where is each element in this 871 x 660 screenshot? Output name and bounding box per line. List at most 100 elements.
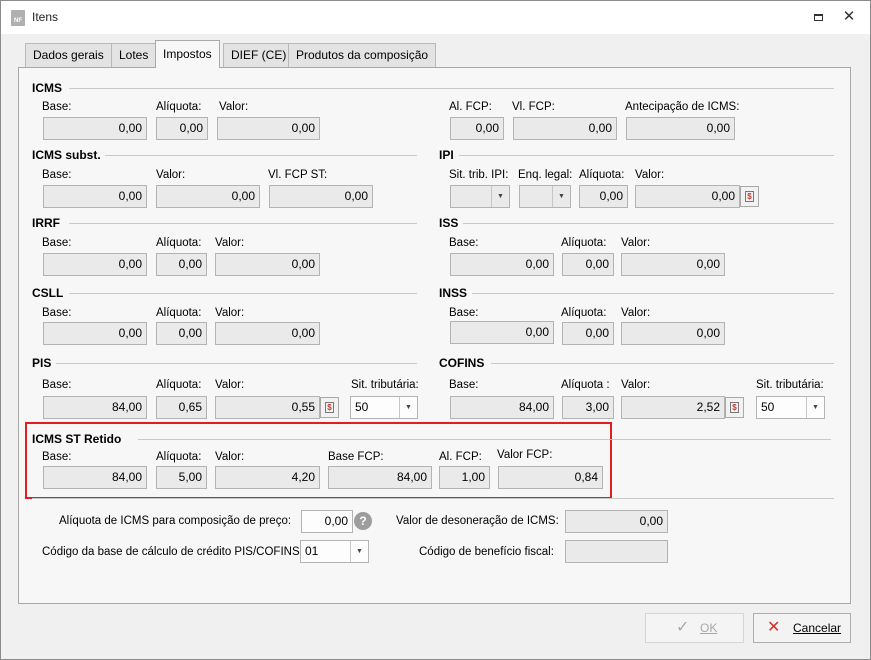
pis-base-field[interactable]: 84,00 xyxy=(43,396,147,419)
pis-aliquota-field[interactable]: 0,65 xyxy=(156,396,207,419)
cofins-section-title: COFINS xyxy=(439,356,485,370)
cofins-valor-field[interactable]: 2,52 xyxy=(621,396,725,419)
inss-valor-field[interactable]: 0,00 xyxy=(621,322,725,345)
pis-sit-trib-select[interactable]: 50 ▼ xyxy=(350,396,418,419)
aliq-composicao-field[interactable]: 0,00 xyxy=(301,510,353,533)
iss-base-label: Base: xyxy=(449,237,479,249)
icms-aliquota-label: Alíquota: xyxy=(156,101,202,113)
cancel-button[interactable]: ✕ Cancelar xyxy=(753,613,851,643)
window-title: Itens xyxy=(32,10,59,24)
tab-lotes[interactable]: Lotes xyxy=(111,43,157,67)
cofins-sit-trib-value: 50 xyxy=(761,400,775,414)
cofins-base-label: Base: xyxy=(449,379,479,391)
ipi-calculator-button[interactable]: $ xyxy=(740,186,759,207)
ipi-sit-trib-select[interactable]: ▼ xyxy=(450,185,510,208)
irrf-valor-label: Valor: xyxy=(215,237,245,249)
valor-desoneracao-field[interactable]: 0,00 xyxy=(565,510,668,533)
iss-valor-field[interactable]: 0,00 xyxy=(621,253,725,276)
irrf-section-title: IRRF xyxy=(32,216,60,230)
irrf-aliquota-field[interactable]: 0,00 xyxy=(156,253,207,276)
cofins-base-field[interactable]: 84,00 xyxy=(450,396,554,419)
inss-aliquota-field[interactable]: 0,00 xyxy=(562,322,614,345)
icms-al-fcp-field[interactable]: 0,00 xyxy=(450,117,504,140)
icms-vl-fcp-field[interactable]: 0,00 xyxy=(513,117,617,140)
chevron-down-icon[interactable]: ▼ xyxy=(491,186,509,207)
tab-produtos-composicao[interactable]: Produtos da composição xyxy=(288,43,437,67)
cod-base-calculo-value: 01 xyxy=(305,544,319,558)
pis-valor-field[interactable]: 0,55 xyxy=(215,396,320,419)
icms-aliquota-field[interactable]: 0,00 xyxy=(156,117,208,140)
icms-subst-valor-label: Valor: xyxy=(156,169,186,181)
csll-aliquota-field[interactable]: 0,00 xyxy=(156,322,207,345)
icms-base-field[interactable]: 0,00 xyxy=(43,117,147,140)
cod-beneficio-label: Código de benefício fiscal: xyxy=(419,546,554,558)
restore-button[interactable] xyxy=(807,7,829,27)
close-window-button[interactable]: ✕ xyxy=(838,7,860,27)
chevron-down-icon[interactable]: ▼ xyxy=(806,397,824,418)
icms-section-line xyxy=(69,88,834,89)
inss-base-field[interactable]: 0,00 xyxy=(450,321,554,344)
icms-st-retido-aliquota-field[interactable]: 5,00 xyxy=(156,466,207,489)
pis-sit-trib-label: Sit. tributária: xyxy=(351,379,419,391)
icms-subst-base-label: Base: xyxy=(42,169,72,181)
iss-aliquota-field[interactable]: 0,00 xyxy=(562,253,614,276)
pis-base-label: Base: xyxy=(42,379,72,391)
ipi-valor-field[interactable]: 0,00 xyxy=(635,185,740,208)
chevron-down-icon[interactable]: ▼ xyxy=(552,186,570,207)
chevron-down-icon[interactable]: ▼ xyxy=(399,397,417,418)
inss-base-label: Base: xyxy=(449,307,479,319)
icms-st-retido-valor-fcp-field[interactable]: 0,84 xyxy=(498,466,603,489)
question-icon[interactable]: ? xyxy=(354,512,372,530)
csll-valor-label: Valor: xyxy=(215,307,245,319)
ipi-aliquota-label: Alíquota: xyxy=(579,169,625,181)
cofins-calculator-button[interactable]: $ xyxy=(725,397,744,418)
pis-section-line xyxy=(56,363,417,364)
csll-base-field[interactable]: 0,00 xyxy=(43,322,147,345)
icms-subst-base-field[interactable]: 0,00 xyxy=(43,185,147,208)
icms-st-retido-base-fcp-field[interactable]: 84,00 xyxy=(328,466,432,489)
csll-valor-field[interactable]: 0,00 xyxy=(215,322,320,345)
cod-beneficio-field[interactable] xyxy=(565,540,668,563)
icms-st-retido-aliquota-label: Alíquota: xyxy=(156,451,202,463)
pis-calculator-button[interactable]: $ xyxy=(320,397,339,418)
cofins-aliquota-field[interactable]: 3,00 xyxy=(562,396,614,419)
chevron-down-icon[interactable]: ▼ xyxy=(350,541,368,562)
icms-st-retido-valor-field[interactable]: 4,20 xyxy=(215,466,320,489)
inss-valor-label: Valor: xyxy=(621,307,651,319)
icms-vl-fcp-label: Vl. FCP: xyxy=(512,101,555,113)
icms-st-retido-section-line xyxy=(138,439,831,440)
icms-subst-vl-fcp-st-field[interactable]: 0,00 xyxy=(269,185,373,208)
icms-valor-label: Valor: xyxy=(219,101,249,113)
pis-section-title: PIS xyxy=(32,356,52,370)
icms-st-retido-al-fcp-field[interactable]: 1,00 xyxy=(439,466,490,489)
ipi-enq-legal-select[interactable]: ▼ xyxy=(519,185,571,208)
icms-subst-valor-field[interactable]: 0,00 xyxy=(156,185,260,208)
icms-st-retido-base-field[interactable]: 84,00 xyxy=(43,466,147,489)
close-icon: ✕ xyxy=(842,8,856,25)
icms-antecipacao-label: Antecipação de ICMS: xyxy=(625,101,740,113)
aliq-composicao-label: Alíquota de ICMS para composição de preç… xyxy=(59,515,292,527)
cofins-valor-label: Valor: xyxy=(621,379,651,391)
csll-aliquota-label: Alíquota: xyxy=(156,307,202,319)
irrf-valor-field[interactable]: 0,00 xyxy=(215,253,320,276)
cancel-button-label: Cancelar xyxy=(793,621,842,635)
icms-subst-vl-fcp-st-label: Vl. FCP ST: xyxy=(268,169,328,181)
tab-impostos[interactable]: Impostos xyxy=(155,40,220,68)
ok-button[interactable]: ✓ OK xyxy=(645,613,744,643)
cofins-sit-trib-select[interactable]: 50 ▼ xyxy=(756,396,825,419)
irrf-base-label: Base: xyxy=(42,237,72,249)
icms-st-retido-valor-fcp-label: Valor FCP: xyxy=(497,449,553,461)
cod-base-calculo-select[interactable]: 01 ▼ xyxy=(300,540,369,563)
irrf-base-field[interactable]: 0,00 xyxy=(43,253,147,276)
tab-dados-gerais[interactable]: Dados gerais xyxy=(25,43,112,67)
cod-base-calculo-label: Código da base de cálculo de crédito PIS… xyxy=(42,546,303,558)
ipi-valor-label: Valor: xyxy=(635,169,665,181)
icms-antecipacao-field[interactable]: 0,00 xyxy=(626,117,735,140)
iss-base-field[interactable]: 0,00 xyxy=(450,253,554,276)
icms-st-retido-valor-label: Valor: xyxy=(215,451,245,463)
tab-dief-ce[interactable]: DIEF (CE) xyxy=(223,43,295,67)
ipi-aliquota-field[interactable]: 0,00 xyxy=(579,185,628,208)
icms-section-title: ICMS xyxy=(32,81,62,95)
icms-valor-field[interactable]: 0,00 xyxy=(217,117,320,140)
calculator-icon: $ xyxy=(745,191,754,202)
